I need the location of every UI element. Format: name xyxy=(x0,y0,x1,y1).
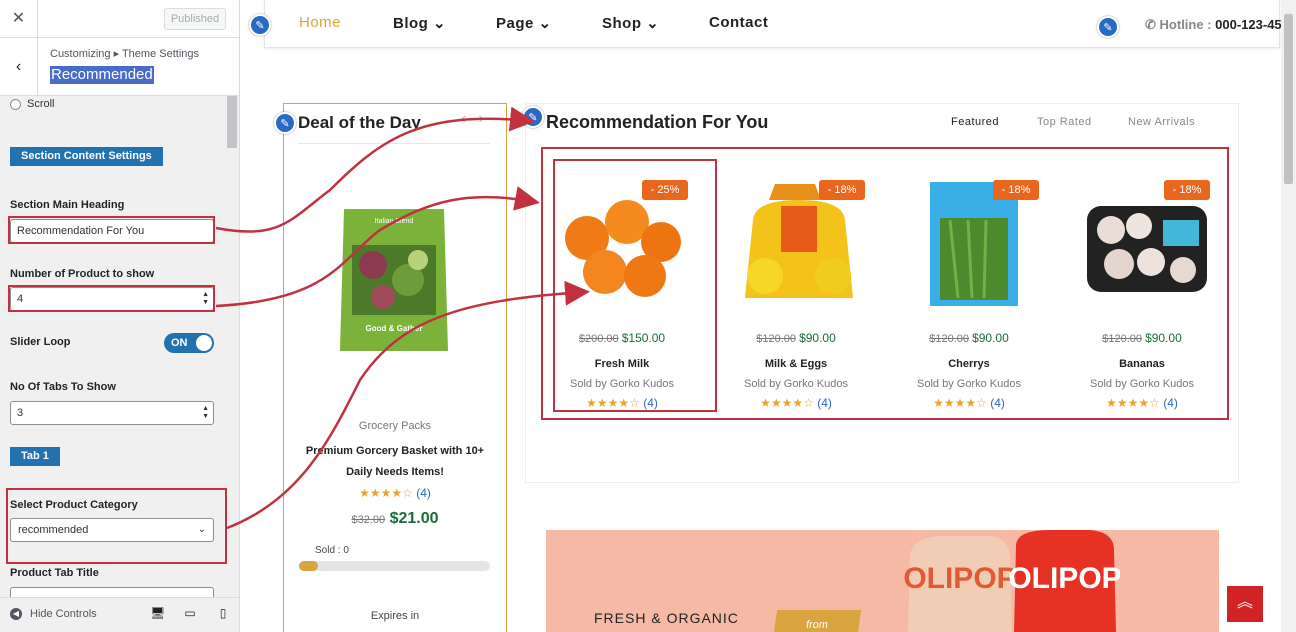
radio-label: Scroll xyxy=(27,98,55,110)
star-rating-icon: ★★★★☆ xyxy=(359,486,413,500)
nav-blog-label: Blog xyxy=(393,15,429,32)
tab-title-label: Product Tab Title xyxy=(10,567,99,579)
deal-category[interactable]: Grocery Packs xyxy=(283,420,507,432)
tab-new-arrivals[interactable]: New Arrivals xyxy=(1128,116,1195,128)
deal-price: $32.00 $21.00 xyxy=(283,510,507,528)
bag-logo-text: Good & Gather xyxy=(366,324,423,333)
review-count[interactable]: (4) xyxy=(416,486,431,500)
edit-pencil-icon[interactable]: ✎ xyxy=(249,14,271,36)
spinner-icon[interactable]: ▲ ▼ xyxy=(202,405,209,421)
sold-progress-track xyxy=(299,561,490,571)
scroll-radio-option[interactable]: Scroll xyxy=(10,98,55,110)
chevron-down-icon: ⌄ xyxy=(538,15,552,32)
double-chevron-up-icon: ︽ xyxy=(1236,594,1253,611)
chevron-down-icon: ⌄ xyxy=(646,15,660,32)
published-button[interactable]: Published xyxy=(164,8,226,30)
hotline: ✆ Hotline : 000-123-454 xyxy=(1145,17,1289,33)
salad-bag-image[interactable]: Italian Blend Good & Gather xyxy=(338,205,450,355)
hotline-number: 000-123-454 xyxy=(1215,17,1289,32)
banner-text: FRESH & ORGANIC xyxy=(594,610,739,626)
deal-rating: ★★★★☆ (4) xyxy=(283,486,507,500)
section-header: ‹ Customizing ▸ Theme Settings Recommend… xyxy=(0,38,239,96)
deal-title: Deal of the Day xyxy=(298,113,421,132)
edit-pencil-icon[interactable]: ✎ xyxy=(274,112,296,134)
annotation-box xyxy=(8,285,215,312)
deal-product-name[interactable]: Premium Gorcery Basket with 10+ Daily Ne… xyxy=(300,441,490,483)
from-badge: from xyxy=(772,610,862,632)
sidebar-scrollbar-thumb[interactable] xyxy=(227,96,237,148)
expires-label: Expires in xyxy=(370,610,420,622)
toggle-label: ON xyxy=(171,337,188,349)
sold-progress-fill xyxy=(299,561,318,571)
nav-page[interactable]: Page ⌄ xyxy=(496,14,552,32)
tab1-badge: Tab 1 xyxy=(10,447,60,466)
edit-pencil-icon[interactable]: ✎ xyxy=(1097,16,1119,38)
can-logo-right: OLIPOP xyxy=(1008,562,1120,595)
can-logo-left: OLIPOP xyxy=(903,562,1016,595)
section-title: Recommended xyxy=(50,66,154,84)
desktop-preview-icon[interactable]: 🖥 xyxy=(150,606,165,622)
nav-blog[interactable]: Blog ⌄ xyxy=(393,14,446,32)
hotline-label: Hotline : xyxy=(1159,17,1212,32)
chevron-left-icon[interactable]: ‹ xyxy=(461,110,478,127)
num-tabs-input[interactable]: 3 ▲ ▼ xyxy=(10,401,214,425)
nav-contact[interactable]: Contact xyxy=(709,14,768,31)
tablet-preview-icon[interactable]: ▭ xyxy=(183,606,197,622)
sidebar-scrollbar[interactable] xyxy=(227,96,237,586)
mobile-preview-icon[interactable]: ▯ xyxy=(216,606,230,622)
slider-loop-label: Slider Loop xyxy=(10,336,71,348)
customizer-topbar: ✕ Published xyxy=(0,0,239,38)
nav-shop-label: Shop xyxy=(602,15,642,32)
page-scrollbar-thumb[interactable] xyxy=(1284,14,1293,184)
hide-controls-icon: ◀ xyxy=(10,608,22,620)
tab-top-rated[interactable]: Top Rated xyxy=(1037,116,1092,128)
radio-icon[interactable] xyxy=(10,98,21,110)
num-tabs-value: 3 xyxy=(17,407,24,419)
old-price: $32.00 xyxy=(351,514,386,526)
deal-slider-arrows[interactable]: ‹› xyxy=(461,110,496,128)
tab-featured[interactable]: Featured xyxy=(951,116,999,128)
slider-loop-toggle[interactable]: ON xyxy=(164,333,214,353)
new-price: $21.00 xyxy=(389,510,439,527)
num-products-label: Number of Product to show xyxy=(10,268,155,280)
nav-page-label: Page xyxy=(496,15,534,32)
soda-cans-image: OLIPOP OLIPOP xyxy=(903,530,1120,632)
scroll-to-top-button[interactable]: ︽ xyxy=(1227,586,1263,622)
chevron-right-icon[interactable]: › xyxy=(478,110,495,127)
breadcrumb: Customizing ▸ Theme Settings xyxy=(50,48,199,60)
hide-controls-label: Hide Controls xyxy=(30,608,97,620)
annotation-box xyxy=(8,216,215,244)
main-nav: Home Blog ⌄ Page ⌄ Shop ⌄ Contact ✆ Hotl… xyxy=(264,0,1289,48)
toggle-knob xyxy=(196,335,212,351)
annotation-box xyxy=(6,488,227,564)
nav-home[interactable]: Home xyxy=(299,14,341,31)
customizer-footer: ◀ Hide Controls 🖥 ▭ ▯ xyxy=(0,597,239,632)
edit-pencil-icon[interactable]: ✎ xyxy=(522,106,544,128)
phone-icon: ✆ xyxy=(1145,17,1156,32)
nav-shop[interactable]: Shop ⌄ xyxy=(602,14,659,32)
bag-label-text: Italian Blend xyxy=(375,218,414,225)
recommendation-title: Recommendation For You xyxy=(546,112,769,132)
divider xyxy=(298,143,490,144)
annotation-box xyxy=(553,159,717,412)
chevron-down-icon: ⌄ xyxy=(433,15,447,32)
back-arrow-icon[interactable]: ‹ xyxy=(0,38,38,96)
sold-count: Sold : 0 xyxy=(315,545,349,556)
section-content-settings-badge: Section Content Settings xyxy=(10,147,163,166)
hide-controls-button[interactable]: ◀ Hide Controls xyxy=(10,608,97,620)
main-heading-label: Section Main Heading xyxy=(10,199,125,211)
close-icon[interactable]: ✕ xyxy=(0,0,38,38)
num-tabs-label: No Of Tabs To Show xyxy=(10,381,116,393)
